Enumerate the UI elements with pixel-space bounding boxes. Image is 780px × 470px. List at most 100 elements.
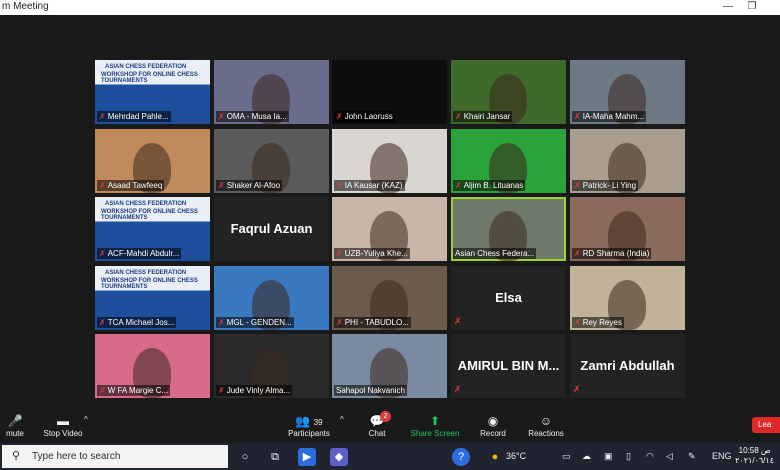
participant-name-label: ✗ UZB-Yuliya Khe... [334,248,410,259]
audio-options-chevron-icon[interactable]: ^ [18,415,22,424]
participant-tile[interactable]: ✗ Asaad Tawfeeq [95,129,210,193]
participant-tile[interactable]: Elsa ✗ [451,266,566,330]
pen-icon[interactable]: ✎ [688,451,696,462]
chat-button[interactable]: 💬 Chat 2 [362,411,392,438]
participant-name-placeholder: Elsa [495,290,522,305]
participant-name-label: ✗ Patrick- Li Ying [572,180,639,191]
search-icon: ⚲ [12,450,21,462]
banner-title: ASIAN CHESS FEDERATION [105,270,187,276]
taskbar-search-box[interactable]: ⚲ Type here to search [2,445,228,468]
participants-button[interactable]: 👥 39 Participants [284,413,334,438]
participant-name-label: ✗ Jude Vinly Alma... [216,385,293,396]
display-icon[interactable]: ▣ [604,451,613,462]
language-indicator[interactable]: ENG [712,451,732,461]
leave-button[interactable]: Lea [752,417,780,433]
participant-name: Asaad Tawfeeq [107,181,163,190]
cloud-icon[interactable]: ☁ [582,451,591,462]
mute-button[interactable]: 🎤 mute [0,413,30,438]
participant-tile[interactable]: ✗ OMA - Musa Ia... [214,60,329,124]
participant-name: MGL - GENDEN... [226,318,292,327]
banner-subtitle: WORKSHOP FOR ONLINE CHESS TOURNAMENTS [101,278,198,290]
participant-tile[interactable]: ✗ Jude Vinly Alma... [214,334,329,398]
chat-unread-badge: 2 [380,411,391,422]
participant-tile[interactable]: ✗ W FA Margie C... [95,334,210,398]
participant-name-label: ✗ MGL - GENDEN... [216,317,294,328]
reactions-button[interactable]: ☺ Reactions [526,413,566,438]
smiley-plus-icon: ☺ [539,414,553,428]
participant-name: Rey Reyes [582,318,622,327]
participant-tile[interactable]: ✗ RD Sharma (India) [570,197,685,261]
people-icon: 👥 [295,414,311,428]
participant-name: OMA - Musa Ia... [226,112,287,121]
participant-tile[interactable]: Asian Chess Federa... [451,197,566,261]
participant-tile[interactable]: ✗ Aljim B. Lituanas [451,129,566,193]
participant-tile[interactable]: ✗ Shaker Al-Afoo [214,129,329,193]
restore-icon[interactable]: ❐ [742,0,762,15]
mic-muted-icon: ✗ [218,386,225,395]
stop-video-label: Stop Video [43,429,83,438]
participants-chevron-icon[interactable]: ^ [340,415,344,424]
participant-tile[interactable]: ✗ Patrick- Li Ying [570,129,685,193]
banner-subtitle: WORKSHOP FOR ONLINE CHESS TOURNAMENTS [101,72,198,84]
participant-tile[interactable]: ✗ PHI - TABUDLO... [332,266,447,330]
stop-video-button[interactable]: ▬ Stop Video [40,413,86,438]
app-icon[interactable]: ◆ [330,448,348,466]
record-button[interactable]: ◉ Record [476,413,510,438]
mic-muted-icon: ✗ [336,181,343,190]
participants-label: Participants [288,429,330,438]
participant-tile[interactable]: ✗ IA-Maha Mahm... [570,60,685,124]
cortana-circle-icon[interactable]: ○ [236,448,254,466]
participant-name: IA-Maha Mahm... [582,112,645,121]
participant-name-label: ✗ ACF-Mahdi Abdulr... [97,248,182,259]
battery-icon[interactable]: ▯ [626,451,631,462]
volume-icon[interactable]: ◁ [666,451,673,462]
participant-name: Asian Chess Federa... [455,249,535,258]
participant-name-label: Sahapol Nakvanich [334,385,407,396]
mic-muted-icon: ✗ [574,112,581,121]
video-options-chevron-icon[interactable]: ^ [84,415,88,424]
participant-name-label: ✗ Asaad Tawfeeq [97,180,165,191]
participant-tile[interactable]: Zamri Abdullah ✗ [570,334,685,398]
temperature: 36°C [506,451,527,461]
mic-muted-icon: ✗ [336,249,343,258]
participant-tile[interactable]: Faqrul Azuan [214,197,329,261]
minimize-button[interactable]: — [718,0,738,15]
task-view-icon[interactable]: ⧉ [266,448,284,466]
video-camera-icon: ▬ [57,414,69,428]
participant-name: Aljim B. Lituanas [463,181,524,190]
participant-tile[interactable]: AMIRUL BIN M... ✗ [451,334,566,398]
zoom-app-icon[interactable]: ▶ [298,448,316,466]
participant-tile[interactable]: ✗ IA Kausar (KAZ) [332,129,447,193]
gallery-view: ASIAN CHESS FEDERATION WORKSHOP FOR ONLIN… [0,15,780,413]
participant-tile[interactable]: ASIAN CHESS FEDERATION WORKSHOP FOR ONLIN… [95,60,210,124]
share-screen-button[interactable]: ⬆ Share Screen [410,413,460,438]
chat-label: Chat [368,429,386,438]
record-label: Record [480,429,506,438]
participant-tile[interactable]: ASIAN CHESS FEDERATION WORKSHOP FOR ONLIN… [95,197,210,261]
notes-icon[interactable]: ▭ [562,451,571,462]
participant-name-label: ✗ W FA Margie C... [97,385,171,396]
mic-muted-icon: ✗ [99,249,106,258]
participant-tile[interactable]: ✗ UZB-Yuliya Khe... [332,197,447,261]
share-screen-label: Share Screen [410,429,460,438]
record-icon: ◉ [487,414,499,428]
participant-name: ACF-Mahdi Abdulr... [107,249,180,258]
mute-label: mute [6,429,24,438]
participant-name-label: ✗ IA Kausar (KAZ) [334,180,405,191]
participant-tile[interactable]: ASIAN CHESS FEDERATION WORKSHOP FOR ONLIN… [95,266,210,330]
participant-name: Jude Vinly Alma... [226,386,291,395]
weather-sun-icon: ● [491,451,499,463]
participant-tile[interactable]: ✗ Khairi Jansar [451,60,566,124]
participant-name-label: ✗ Shaker Al-Afoo [216,180,283,191]
wifi-icon[interactable]: ◠ [646,451,654,462]
participant-tile[interactable]: ✗ John Laoruss [332,60,447,124]
mic-muted-icon: ✗ [336,112,343,121]
help-icon[interactable]: ? [452,448,470,466]
system-clock[interactable]: 10:58 ص ٢٠٢١/٠٦/١٤ [735,446,774,466]
banner-subtitle: WORKSHOP FOR ONLINE CHESS TOURNAMENTS [101,209,198,221]
participant-tile[interactable]: ✗ Rey Reyes [570,266,685,330]
mic-muted-icon: ✗ [574,249,581,258]
window-title: m Meeting [2,1,49,12]
participant-tile[interactable]: ✗ MGL - GENDEN... [214,266,329,330]
participant-tile[interactable]: Sahapol Nakvanich [332,334,447,398]
